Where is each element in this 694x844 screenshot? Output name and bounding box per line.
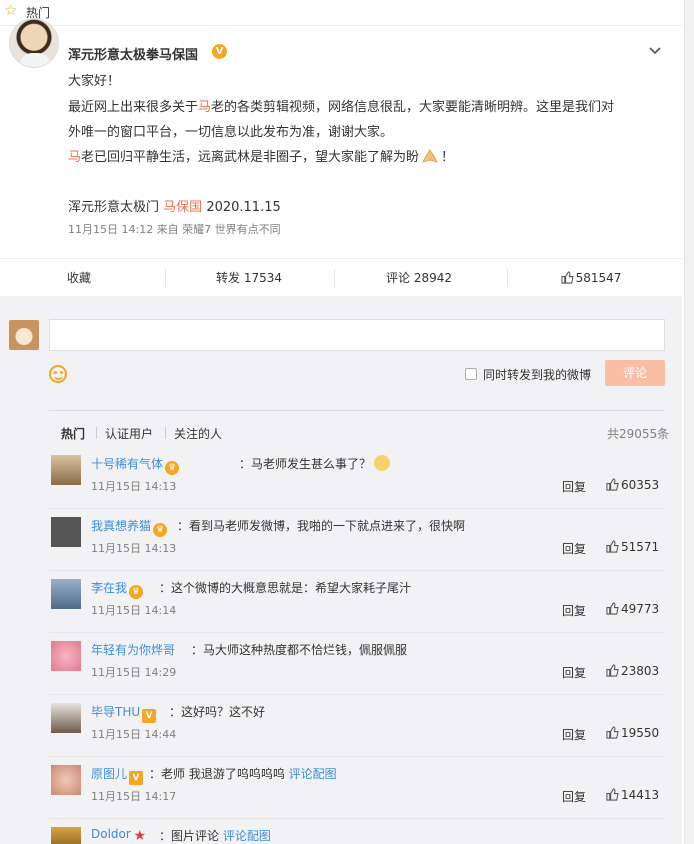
repost-checkbox[interactable]: [465, 368, 477, 380]
comment-time: 11月15日 14:17: [91, 790, 177, 803]
commenter-name[interactable]: 李在我 ♛: [91, 579, 144, 599]
comment-like-button[interactable]: 49773: [606, 602, 659, 616]
tab-divider: [165, 427, 166, 439]
tab-hot[interactable]: 热门: [61, 425, 85, 442]
commenter-avatar[interactable]: [51, 827, 81, 844]
comment-row: 年轻有为你烨哥 ：马大师这种热度都不恰烂钱，佩服佩服 11月15日 14:29 …: [49, 633, 665, 695]
thumbs-up-icon: [561, 271, 574, 284]
comment-text: ：图片评论 评论配图: [159, 829, 271, 843]
reply-button[interactable]: 回复: [562, 664, 586, 681]
collect-button[interactable]: 收藏: [0, 259, 158, 297]
divider: [49, 410, 665, 411]
comment-like-button[interactable]: 60353: [606, 478, 659, 492]
thumbs-up-icon: [606, 726, 619, 739]
commenter-name[interactable]: 十号稀有气体 ♛: [91, 455, 180, 475]
post-line-3: 马老已回归平静生活，远离武林是非圈子，望大家能了解为盼！: [68, 149, 455, 165]
commenter-avatar[interactable]: [51, 517, 81, 547]
star-badge-icon: ★: [133, 828, 147, 844]
thumbs-up-icon: [606, 602, 619, 615]
comment-text: ：马老师发生甚么事了？: [239, 455, 391, 472]
post-signature: 浑元形意太极门 马保国 2020.11.15: [68, 200, 281, 215]
verified-v-icon: V: [129, 771, 144, 785]
comment-text: ：看到马老师发微博，我啪的一下就点进来了，很快啊: [177, 519, 466, 533]
comment-like-button[interactable]: 23803: [606, 664, 659, 678]
thumbs-up-icon: [606, 664, 619, 677]
commenter-avatar[interactable]: [51, 641, 81, 671]
comment-time: 11月15日 14:13: [91, 542, 177, 555]
reply-button[interactable]: 回复: [562, 540, 586, 557]
cat-emoji-icon: [374, 455, 391, 471]
post-meta: 11月15日 14:12 来自 荣耀7 世界有点不同: [68, 223, 281, 236]
emoji-icon[interactable]: [49, 365, 67, 383]
comment-row: 十号稀有气体 ♛ ：马老师发生甚么事了？ 11月15日 14:13 回复 6035…: [49, 447, 665, 509]
comment-row: Doldor ★ ：图片评论 评论配图: [49, 819, 665, 844]
action-bar: 收藏 转发 17534 评论 28942 581547: [0, 258, 682, 296]
author-name[interactable]: 浑元形意太极拳马保国: [68, 44, 198, 63]
tab-following[interactable]: 关注的人: [174, 425, 222, 442]
repost-button[interactable]: 转发 17534: [165, 259, 333, 297]
comment-text: ：这好吗？这不好: [169, 705, 266, 719]
comment-total: 共29055条: [607, 427, 670, 441]
comment-row: 我真想养猫 ♛ ：看到马老师发微博，我啪的一下就点进来了，很快啊 11月15日 1…: [49, 509, 665, 571]
thumbs-up-icon: [606, 478, 619, 491]
thumbs-up-icon: [606, 540, 619, 553]
reply-button[interactable]: 回复: [562, 602, 586, 619]
crown-icon: ♛: [165, 461, 180, 475]
submit-comment-button[interactable]: 评论: [605, 360, 665, 386]
commenter-avatar[interactable]: [51, 765, 81, 795]
post-line-2: 外唯一的窗口平台，一切信息以此发布为准，谢谢大家。: [68, 125, 394, 140]
reply-button[interactable]: 回复: [562, 478, 586, 495]
reply-button[interactable]: 回复: [562, 788, 586, 805]
commenter-name[interactable]: Doldor ★: [91, 827, 147, 843]
author-avatar[interactable]: [9, 18, 59, 68]
scrollbar[interactable]: [684, 0, 694, 844]
comment-time: 11月15日 14:14: [91, 604, 177, 617]
comment-image-link[interactable]: 评论配图: [223, 829, 271, 843]
commenter-name[interactable]: 原图儿 V: [91, 765, 144, 785]
like-count: 581547: [575, 271, 622, 285]
comment-time: 11月15日 14:13: [91, 480, 177, 493]
tab-verified[interactable]: 认证用户: [105, 425, 153, 442]
comment-text: ：老师 我退游了呜呜呜呜 评论配图: [149, 767, 337, 781]
commenter-avatar[interactable]: [51, 455, 81, 485]
repost-checkbox-label[interactable]: 同时转发到我的微博: [483, 366, 591, 383]
verified-badge-icon: V: [212, 44, 227, 59]
comment-text: ：马大师这种热度都不恰烂钱，佩服佩服: [191, 643, 408, 657]
chevron-down-icon[interactable]: [648, 44, 662, 58]
pray-hands-icon: [422, 149, 438, 163]
comment-like-button[interactable]: 19550: [606, 726, 659, 740]
hot-header: ☆ 热门: [0, 0, 682, 26]
post-line-1: 最近网上出来很多关于马老的各类剪辑视频，网络信息很乱，大家要能清晰明辨。这里是我…: [68, 100, 615, 115]
verified-v-icon: V: [142, 709, 157, 723]
commenter-avatar[interactable]: [51, 703, 81, 733]
comment-row: 原图儿 V ：老师 我退游了呜呜呜呜 评论配图 11月15日 14:17 回复 1…: [49, 757, 665, 819]
current-user-avatar: [9, 320, 39, 350]
comment-like-button[interactable]: 14413: [606, 788, 659, 802]
commenter-name[interactable]: 毕导THU V: [91, 703, 157, 723]
thumbs-up-icon: [606, 788, 619, 801]
comment-row: 李在我 ♛ ：这个微博的大概意思就是：希望大家耗子尾汁 11月15日 14:14 …: [49, 571, 665, 633]
crown-icon: ♛: [129, 585, 144, 599]
comment-row: 毕导THU V ：这好吗？这不好 11月15日 14:44 回复 19550: [49, 695, 665, 757]
commenter-avatar[interactable]: [51, 579, 81, 609]
comment-time: 11月15日 14:29: [91, 666, 177, 679]
comment-button[interactable]: 评论 28942: [334, 259, 504, 297]
comment-input[interactable]: [49, 319, 665, 351]
comment-time: 11月15日 14:44: [91, 728, 177, 741]
star-icon[interactable]: ☆: [4, 1, 17, 19]
tab-divider: [96, 427, 97, 439]
commenter-name[interactable]: 年轻有为你烨哥: [91, 641, 175, 658]
like-button[interactable]: 581547: [507, 259, 675, 297]
comment-text: ：这个微博的大概意思就是：希望大家耗子尾汁: [159, 581, 412, 595]
commenter-name[interactable]: 我真想养猫 ♛: [91, 517, 168, 537]
comment-like-button[interactable]: 51571: [606, 540, 659, 554]
reply-button[interactable]: 回复: [562, 726, 586, 743]
post-greeting: 大家好！: [68, 74, 121, 89]
crown-icon: ♛: [153, 523, 168, 537]
comment-image-link[interactable]: 评论配图: [289, 767, 337, 781]
